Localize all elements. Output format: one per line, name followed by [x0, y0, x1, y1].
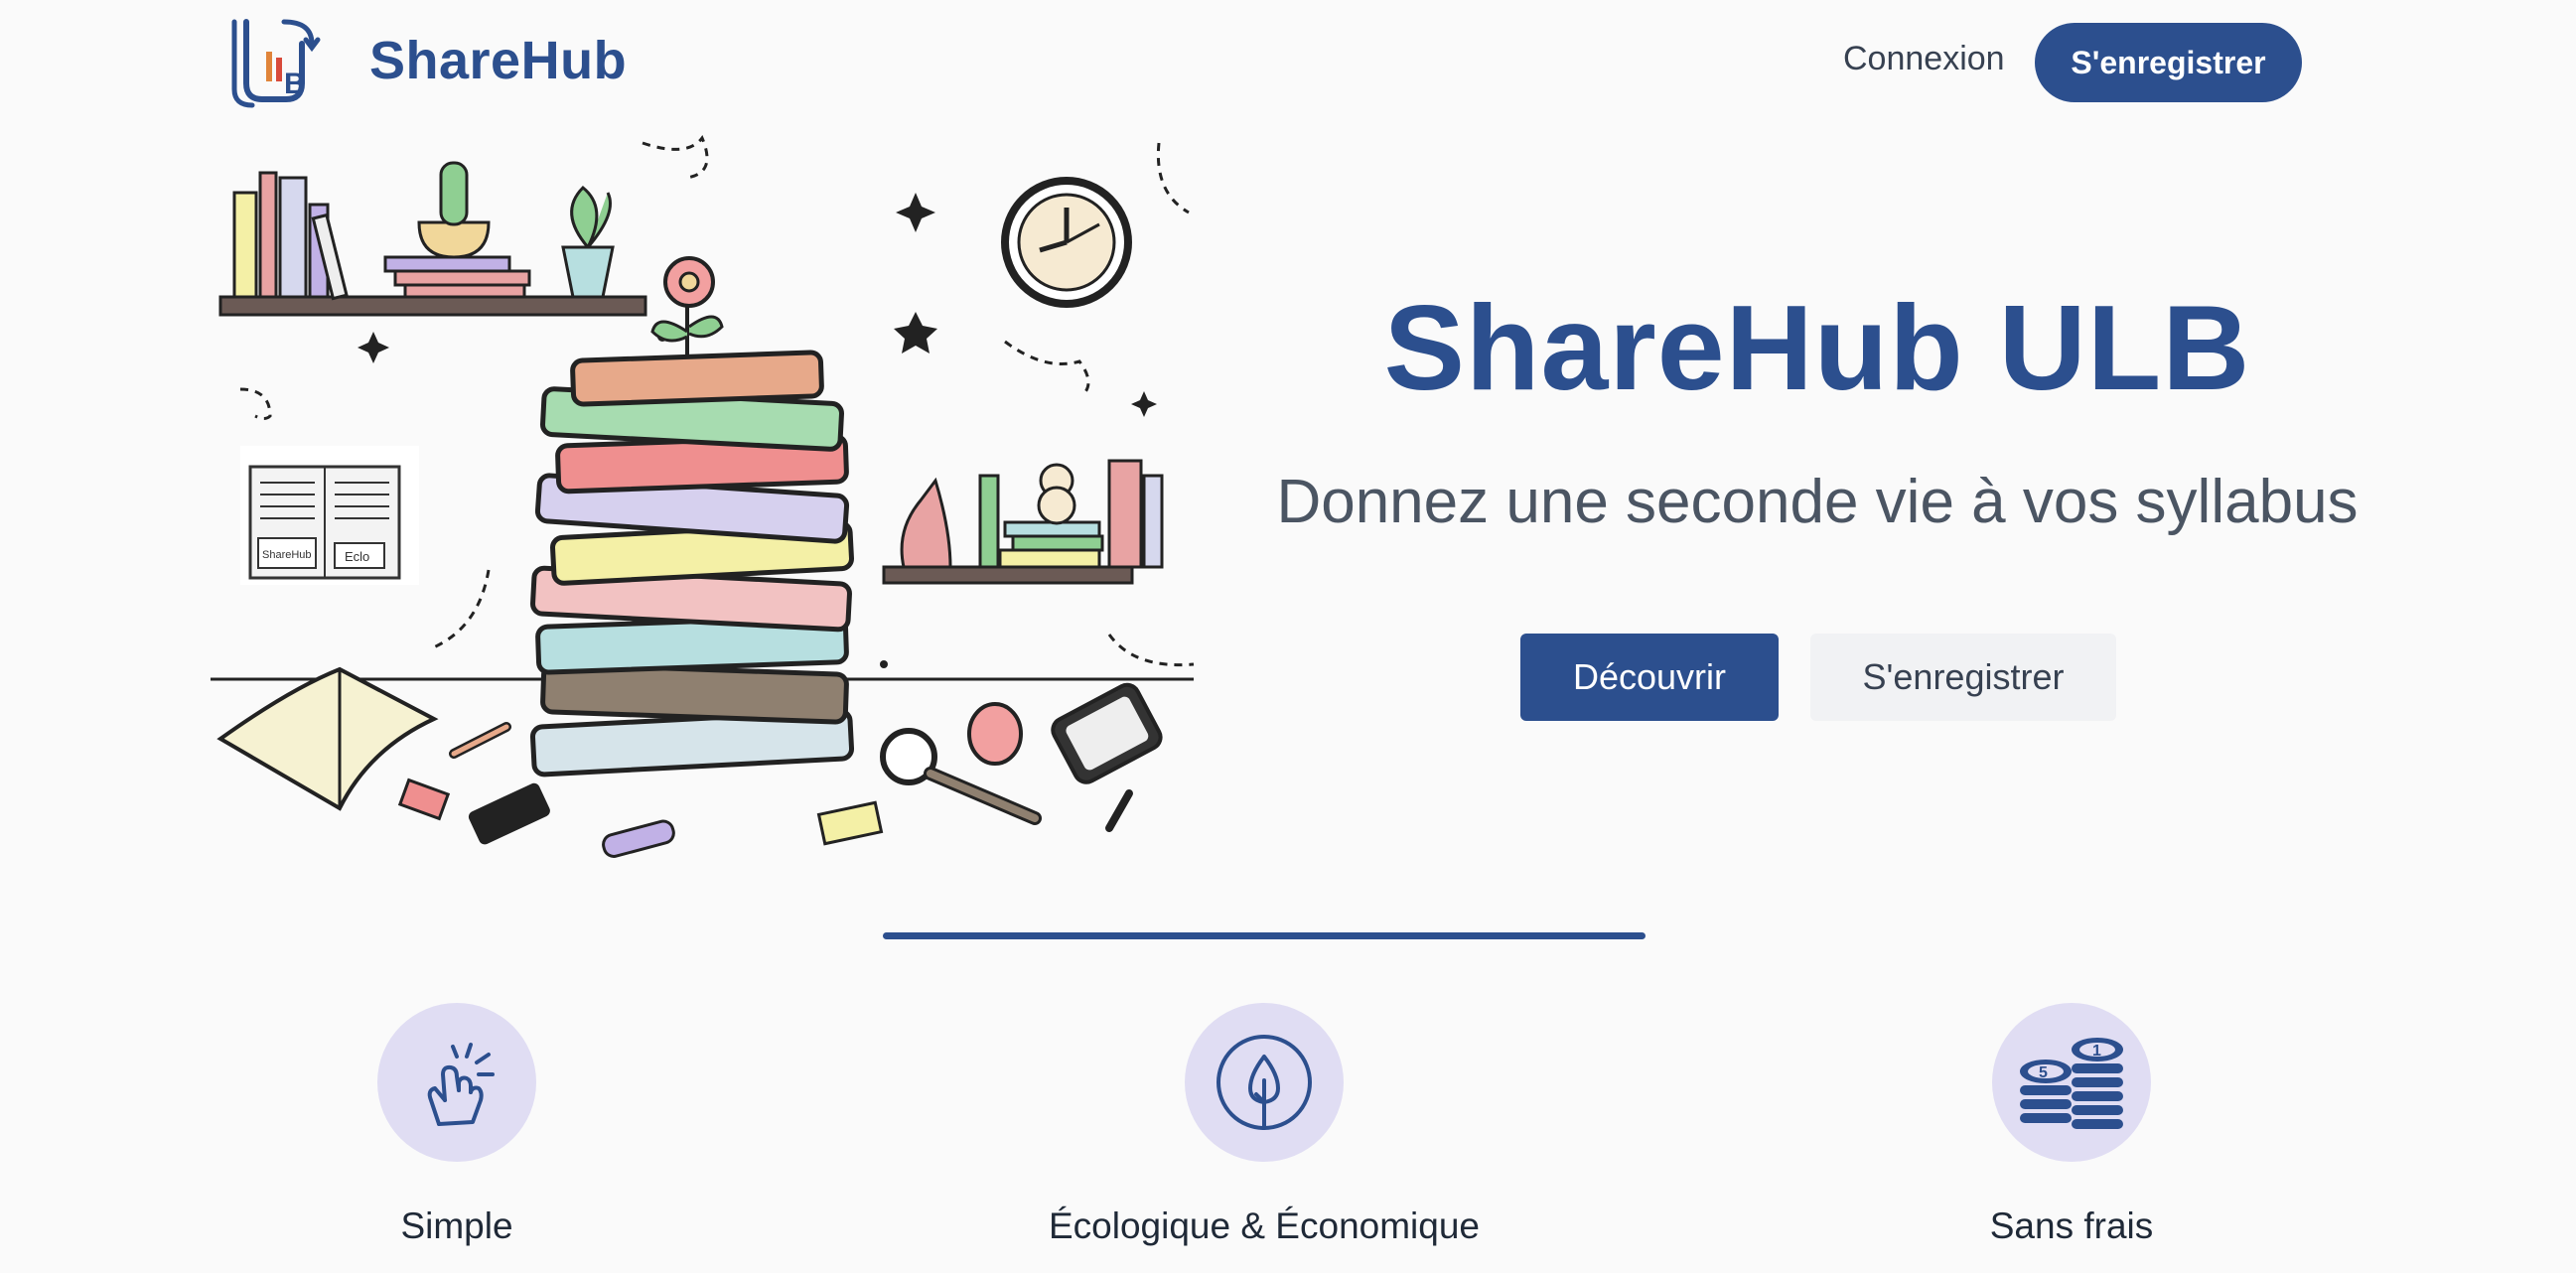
discover-button[interactable]: Découvrir — [1520, 634, 1779, 721]
coins-icon: 5 1 — [2020, 1038, 2123, 1129]
header: B ShareHub Connexion S'enregistrer — [0, 0, 2576, 125]
feature-ecologique: Écologique & Économique — [966, 1003, 1562, 1247]
leaf-drop-icon — [1216, 1035, 1312, 1130]
svg-text:B: B — [284, 68, 306, 100]
feature-icon-circle: 5 1 — [1992, 1003, 2151, 1162]
feature-icon-circle — [377, 1003, 536, 1162]
feature-sans-frais: 5 1 Sans frais — [1774, 1003, 2369, 1247]
hero-subtitle: Donnez une seconde vie à vos syllabus — [1276, 468, 2359, 536]
register-button-hero[interactable]: S'enregistrer — [1810, 634, 2116, 721]
svg-text:1: 1 — [2092, 1043, 2101, 1060]
login-link[interactable]: Connexion — [1843, 40, 2005, 78]
hero-title: ShareHub ULB — [1383, 280, 2251, 415]
sharehub-logo[interactable]: B — [226, 14, 322, 109]
books-illustration: ShareHub Eclo — [211, 135, 1195, 858]
note-label-2: Eclo — [345, 549, 369, 564]
brand-name[interactable]: ShareHub — [369, 30, 627, 91]
feature-label: Sans frais — [1989, 1205, 2154, 1246]
section-divider — [883, 932, 1646, 939]
svg-text:5: 5 — [2039, 1064, 2048, 1081]
feature-icon-circle — [1185, 1003, 1344, 1162]
feature-label: Simple — [400, 1205, 513, 1246]
feature-label: Écologique & Économique — [1048, 1205, 1480, 1246]
register-button-header[interactable]: S'enregistrer — [2035, 23, 2302, 102]
landing-page: B ShareHub Connexion S'enregistrer Share… — [0, 0, 2576, 1273]
hand-tap-icon — [427, 1043, 495, 1126]
feature-simple: Simple — [159, 1003, 755, 1247]
note-label-1: ShareHub — [262, 549, 312, 561]
